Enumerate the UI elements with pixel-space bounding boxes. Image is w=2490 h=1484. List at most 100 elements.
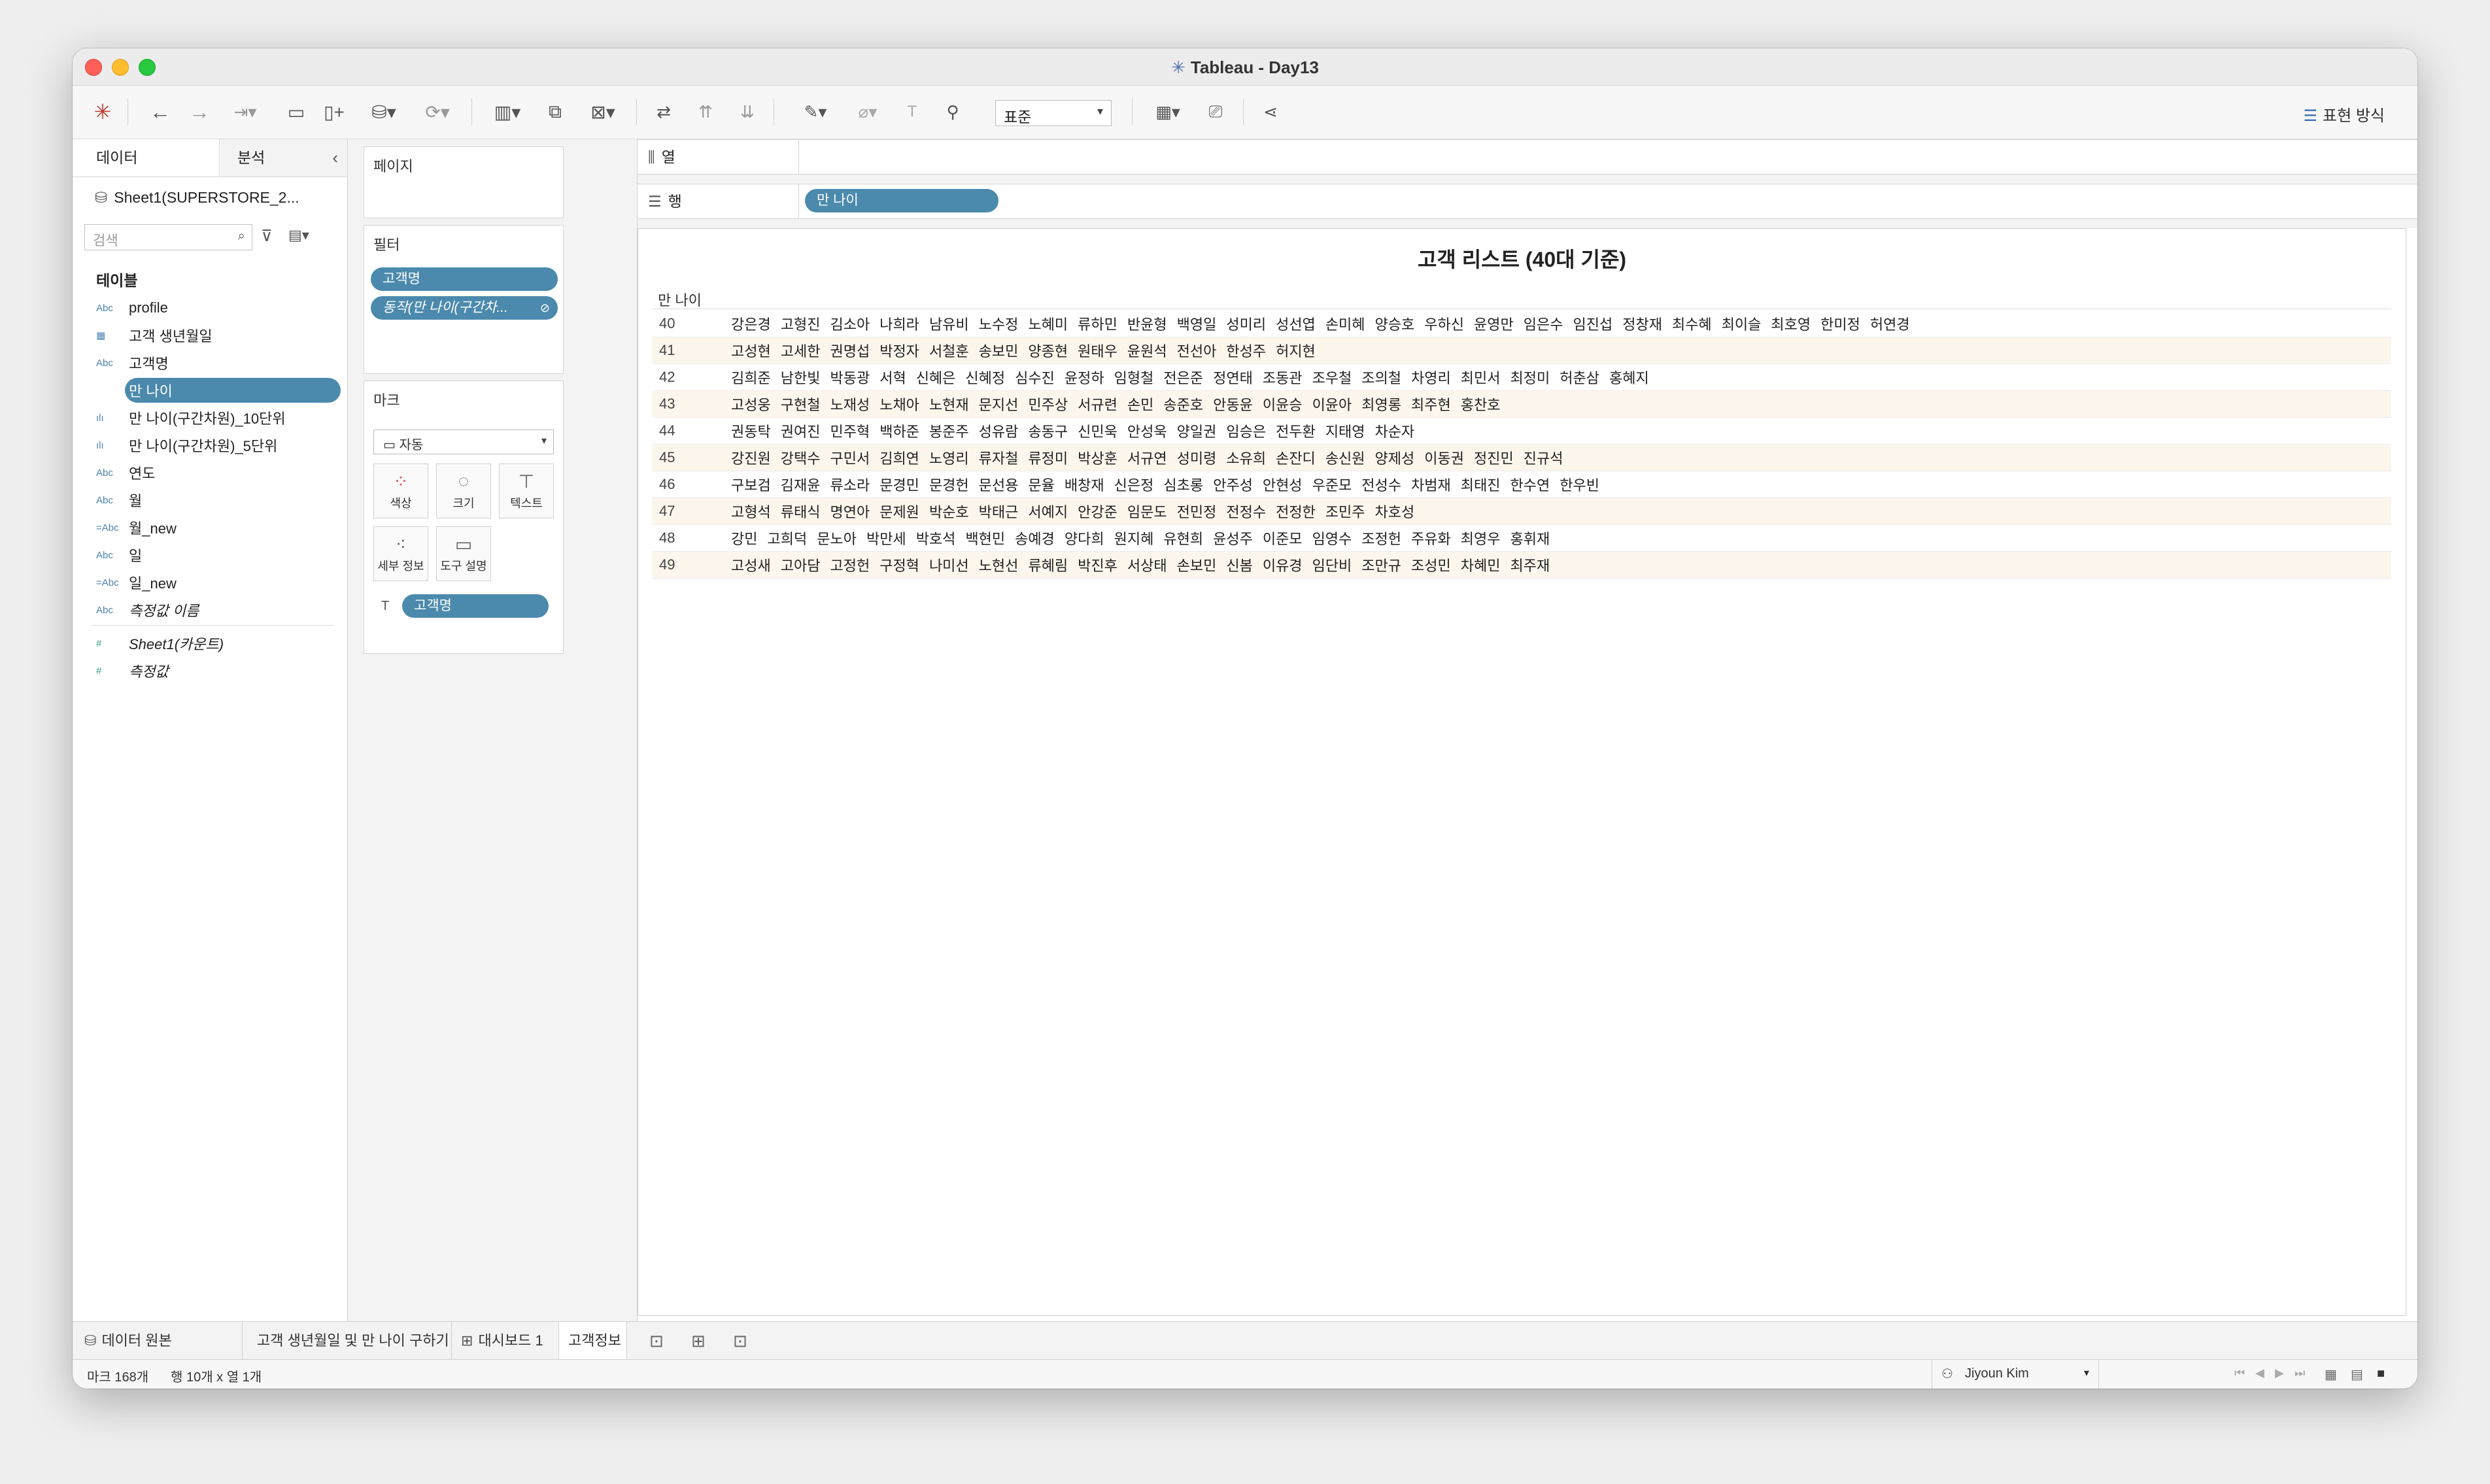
label-button[interactable]: ⊤ 텍스트	[499, 464, 554, 518]
field-item[interactable]: ılı 만 나이(구간차원)_10단위	[92, 404, 341, 431]
customer-name[interactable]: 문선용	[979, 477, 1019, 494]
customer-name[interactable]: 차혜민	[1461, 558, 1501, 574]
customer-name[interactable]: 임은수	[1524, 316, 1563, 333]
customer-name[interactable]: 양일권	[1177, 424, 1217, 440]
tabs-view-icon[interactable]: ■	[2377, 1366, 2385, 1381]
customer-name[interactable]: 허연경	[1870, 316, 1910, 333]
customer-name[interactable]: 문제원	[879, 504, 919, 520]
customer-name[interactable]: 정연태	[1213, 370, 1253, 386]
age-cell[interactable]: 49	[653, 556, 731, 573]
customer-name[interactable]: 고정헌	[830, 558, 870, 574]
customer-name[interactable]: 안주성	[1213, 477, 1253, 494]
customer-name[interactable]: 송보민	[979, 343, 1019, 360]
age-cell[interactable]: 40	[653, 315, 731, 332]
highlight-icon[interactable]: ✎▾	[796, 97, 835, 126]
customer-name[interactable]: 문경민	[879, 477, 919, 494]
age-cell[interactable]: 42	[653, 369, 731, 386]
customer-name[interactable]: 신혜은	[916, 370, 956, 386]
show-mark-labels-icon[interactable]: T	[898, 97, 927, 126]
pages-card[interactable]: 페이지	[364, 146, 564, 218]
customer-name[interactable]: 봉준주	[929, 424, 969, 440]
customer-name[interactable]: 안성욱	[1127, 424, 1167, 440]
customer-name[interactable]: 류소라	[830, 477, 870, 494]
customer-name[interactable]: 노채아	[879, 397, 919, 413]
next-sheet-icon[interactable]: ▶	[2275, 1366, 2284, 1380]
customer-name[interactable]: 노수정	[979, 316, 1019, 333]
customer-name[interactable]: 송동구	[1028, 424, 1068, 440]
sort-ascending-icon[interactable]: ⇈	[691, 97, 720, 126]
measure-item[interactable]: # 측정값	[92, 657, 341, 684]
customer-name[interactable]: 안동윤	[1213, 397, 1253, 413]
mark-pill-customer[interactable]: 고객명	[402, 594, 549, 618]
replay-icon[interactable]: ⇥▾	[226, 97, 265, 126]
customer-name[interactable]: 최민서	[1461, 370, 1501, 386]
customer-name[interactable]: 심초롱	[1163, 477, 1203, 494]
filter-fields-icon[interactable]: ⊽	[261, 227, 273, 246]
customer-name[interactable]: 백현민	[965, 531, 1005, 547]
refresh-icon[interactable]: ⟳▾	[418, 97, 457, 126]
customer-name[interactable]: 전민정	[1177, 504, 1217, 520]
customer-name[interactable]: 차영리	[1411, 370, 1451, 386]
customer-name[interactable]: 백영일	[1177, 316, 1217, 333]
customer-name[interactable]: 손보민	[1177, 558, 1217, 574]
customer-name[interactable]: 송예경	[1015, 531, 1055, 547]
customer-name[interactable]: 최영우	[1461, 531, 1501, 547]
new-dashboard-icon[interactable]: ⊞	[691, 1331, 706, 1351]
measure-item[interactable]: # Sheet1(카운트)	[92, 630, 341, 657]
customer-name[interactable]: 구정혁	[879, 558, 919, 574]
customer-name[interactable]: 김희준	[731, 370, 771, 386]
tableau-home-icon[interactable]: ✳	[88, 97, 117, 126]
tab-sheet-birthdate[interactable]: 고객 생년월일 및 만 나이 구하기	[243, 1322, 452, 1360]
customer-name[interactable]: 문지선	[979, 397, 1019, 413]
customer-name[interactable]: 양종현	[1028, 343, 1068, 360]
customer-name[interactable]: 진규석	[1524, 450, 1563, 467]
customer-name[interactable]: 최영롱	[1361, 397, 1401, 413]
customer-name[interactable]: 조의철	[1361, 370, 1401, 386]
customer-name[interactable]: 서예지	[1028, 504, 1068, 520]
customer-name[interactable]: 문율	[1028, 477, 1054, 494]
customer-name[interactable]: 원태우	[1078, 343, 1117, 360]
customer-name[interactable]: 박진후	[1078, 558, 1117, 574]
datasource-icon[interactable]: ⛁▾	[364, 97, 403, 126]
field-item[interactable]: Abc 고객명	[92, 349, 341, 377]
customer-name[interactable]: 임단비	[1312, 558, 1352, 574]
field-item[interactable]: Abc profile	[92, 294, 341, 322]
customer-name[interactable]: 임승은	[1226, 424, 1266, 440]
customer-name[interactable]: 차호성	[1375, 504, 1415, 520]
customer-name[interactable]: 안강준	[1078, 504, 1117, 520]
field-item[interactable]: =Abc 월_new	[92, 514, 341, 541]
fit-select[interactable]: 표준 ▾	[995, 100, 1112, 126]
customer-name[interactable]: 고형진	[781, 316, 821, 333]
customer-name[interactable]: 성미리	[1226, 316, 1266, 333]
customer-name[interactable]: 양승호	[1375, 316, 1415, 333]
customer-name[interactable]: 김재윤	[781, 477, 821, 494]
datasource-item[interactable]: ⛁ Sheet1(SUPERSTORE_2...	[95, 189, 299, 207]
customer-name[interactable]: 전성수	[1361, 477, 1401, 494]
customer-name[interactable]: 최주현	[1411, 397, 1451, 413]
customer-name[interactable]: 최태진	[1461, 477, 1501, 494]
filmstrip-icon[interactable]: ▤	[2351, 1366, 2363, 1383]
customer-name[interactable]: 이윤아	[1312, 397, 1352, 413]
detail-button[interactable]: ⁖ 세부 정보	[373, 526, 428, 581]
customer-name[interactable]: 류혜림	[1028, 558, 1068, 574]
customer-name[interactable]: 문노아	[817, 531, 857, 547]
customer-name[interactable]: 조성민	[1411, 558, 1451, 574]
customer-name[interactable]: 서규련	[1078, 397, 1117, 413]
customer-name[interactable]: 송신원	[1325, 450, 1365, 467]
customer-name[interactable]: 지태영	[1325, 424, 1365, 440]
customer-name[interactable]: 고성현	[731, 343, 771, 360]
customer-name[interactable]: 구보검	[731, 477, 771, 494]
customer-name[interactable]: 강은경	[731, 316, 771, 333]
customer-name[interactable]: 류하민	[1078, 316, 1117, 333]
customer-name[interactable]: 문경헌	[929, 477, 969, 494]
customer-name[interactable]: 임영수	[1312, 531, 1352, 547]
tab-data[interactable]: 데이터	[73, 139, 220, 177]
presentation-mode-icon[interactable]: ⎚	[1201, 97, 1230, 126]
show-me-button[interactable]: ☰ 표현 방식	[2303, 103, 2385, 126]
customer-name[interactable]: 홍휘재	[1510, 531, 1550, 547]
customer-name[interactable]: 강진원	[731, 450, 771, 467]
new-worksheet-icon[interactable]: ▥▾	[485, 97, 530, 126]
customer-name[interactable]: 조정헌	[1361, 531, 1401, 547]
customer-name[interactable]: 한성주	[1226, 343, 1266, 360]
redo-icon[interactable]: →	[185, 97, 214, 126]
